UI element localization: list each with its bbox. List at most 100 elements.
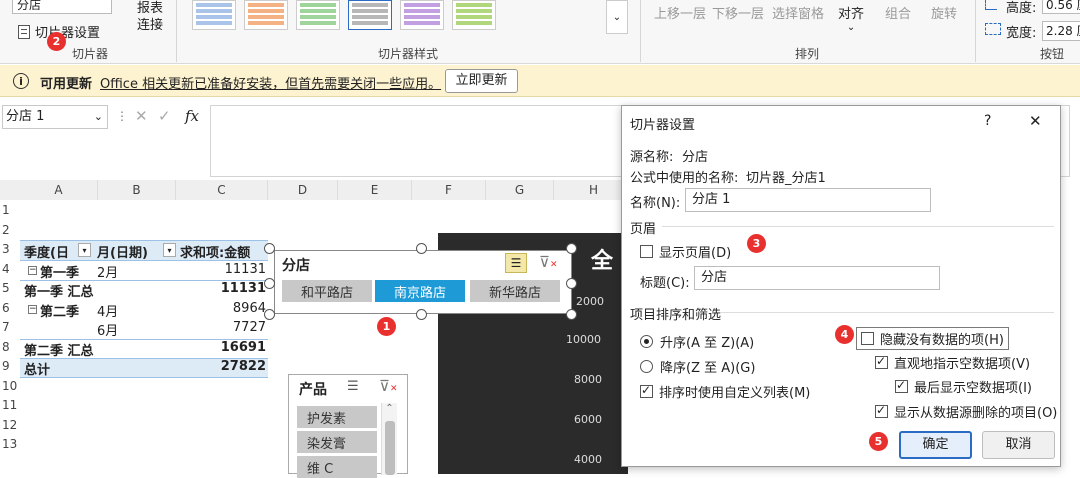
column-header[interactable]: G: [486, 180, 554, 200]
sort-ascending-label: 升序(A 至 Z)(A): [660, 336, 755, 351]
column-header[interactable]: A: [20, 180, 98, 200]
pivot-table[interactable]: 季度(日 ▾ 月(日期) ▾ 求和项:金额 − 第一季 2月 11131 第一季…: [20, 240, 268, 378]
slicer-style-swatch[interactable]: [192, 0, 236, 30]
selection-pane-button[interactable]: 选择窗格: [772, 3, 824, 22]
button-height-input[interactable]: 0.56 厘: [1042, 0, 1080, 14]
collapse-icon[interactable]: −: [28, 305, 37, 314]
multi-select-icon[interactable]: ☰: [347, 379, 359, 394]
resize-handle[interactable]: [566, 243, 577, 254]
checkbox-box: [875, 354, 888, 369]
report-connections-button[interactable]: 报表 连接: [134, 0, 166, 34]
update-now-button[interactable]: 立即更新: [445, 69, 518, 93]
bring-forward-button[interactable]: 上移一层: [654, 3, 706, 22]
column-header[interactable]: E: [338, 180, 412, 200]
multi-select-icon[interactable]: ☰: [505, 253, 527, 273]
row-header[interactable]: 13: [0, 435, 20, 454]
cancel-button[interactable]: 取消: [982, 431, 1055, 459]
caption-field[interactable]: 分店: [694, 266, 940, 290]
row-header[interactable]: 8: [0, 337, 20, 357]
show-deleted-checkbox[interactable]: 显示从数据源删除的项目(O): [875, 402, 1057, 421]
scroll-up-icon[interactable]: ⌃: [382, 403, 397, 414]
column-header[interactable]: C: [176, 180, 268, 200]
row-header[interactable]: 11: [0, 396, 20, 415]
resize-handle[interactable]: [566, 278, 577, 289]
slicer-style-swatch[interactable]: [452, 0, 496, 30]
send-backward-button[interactable]: 下移一层: [712, 3, 764, 22]
scroll-thumb[interactable]: [385, 421, 395, 475]
column-header[interactable]: F: [412, 180, 486, 200]
show-last-checkbox[interactable]: 最后显示空数据项(I): [895, 377, 1032, 396]
arrange-group-label: 排列: [795, 47, 820, 61]
gallery-scroll[interactable]: ⌄: [606, 0, 628, 34]
resize-handle[interactable]: [566, 309, 577, 320]
step-badge-2: 2: [47, 32, 66, 51]
enter-icon[interactable]: ✓: [158, 107, 171, 125]
product-slicer[interactable]: 产品 ☰ ⊽✕ 护发素 染发膏维 C ⌃: [288, 374, 408, 478]
info-message[interactable]: Office 相关更新已准备好安装，但首先需要关闭一些应用。: [100, 73, 441, 92]
slicer-item[interactable]: 南京路店: [375, 280, 465, 302]
align-label: 对齐: [838, 7, 865, 22]
resize-handle[interactable]: [264, 243, 275, 254]
custom-list-checkbox[interactable]: 排序时使用自定义列表(M): [640, 382, 810, 401]
name-box-value: 分店 1: [6, 109, 45, 124]
name-box[interactable]: 分店 1 ⌄: [2, 105, 108, 129]
resize-handle[interactable]: [264, 278, 275, 289]
row-header[interactable]: 3: [0, 240, 20, 259]
axis-tick-label: 6000: [574, 413, 602, 426]
visual-indicate-checkbox[interactable]: 直观地指示空数据项(V): [875, 353, 1030, 372]
pivot-cell: 27822: [220, 359, 266, 374]
name-label: 名称(N):: [630, 196, 681, 211]
resize-handle[interactable]: [416, 309, 427, 320]
slicer-styles-gallery[interactable]: [192, 0, 502, 32]
row-header[interactable]: 12: [0, 415, 20, 435]
clear-filter-icon[interactable]: ⊽✕: [539, 253, 558, 271]
resize-handle[interactable]: [416, 243, 427, 254]
close-icon[interactable]: ✕: [1029, 112, 1042, 130]
pivot-header-sum: 求和项:金额: [180, 246, 251, 261]
slicer-style-swatch[interactable]: [348, 0, 392, 30]
slicer-style-swatch[interactable]: [400, 0, 444, 30]
clear-filter-icon[interactable]: ⊽✕: [379, 377, 398, 395]
ok-button[interactable]: 确定: [899, 431, 972, 459]
sort-ascending-radio[interactable]: 升序(A 至 Z)(A): [640, 332, 754, 351]
cancel-icon[interactable]: ✕: [135, 107, 148, 125]
row-header[interactable]: 4: [0, 259, 20, 279]
column-header[interactable]: B: [98, 180, 176, 200]
slicer-style-swatch[interactable]: [296, 0, 340, 30]
row-header[interactable]: 5: [0, 279, 20, 298]
slicer-item[interactable]: 染发膏: [297, 431, 377, 453]
column-header[interactable]: D: [268, 180, 338, 200]
hide-no-data-checkbox[interactable]: 隐藏没有数据的项(H): [856, 327, 1009, 350]
rotate-button[interactable]: 旋转: [931, 3, 957, 22]
row-header[interactable]: 9: [0, 357, 20, 376]
filter-dropdown-icon[interactable]: ▾: [163, 243, 176, 257]
select-all-corner[interactable]: [0, 180, 20, 200]
help-button[interactable]: ?: [984, 113, 991, 129]
slicer-item[interactable]: 新华路店: [470, 280, 560, 302]
filter-dropdown-icon[interactable]: ▾: [78, 243, 91, 257]
slicer-name-field[interactable]: 分店: [12, 0, 112, 14]
slicer-scrollbar[interactable]: ⌃: [381, 403, 397, 475]
collapse-icon[interactable]: −: [28, 266, 37, 275]
row-header[interactable]: 6: [0, 298, 20, 318]
slicer-style-swatch[interactable]: [244, 0, 288, 30]
group-button[interactable]: 组合: [885, 3, 911, 22]
slicer-settings-label: 切片器设置: [35, 26, 101, 41]
row-header[interactable]: 10: [0, 376, 20, 396]
chevron-down-icon[interactable]: ⌄: [94, 106, 103, 128]
row-header[interactable]: 1: [0, 201, 20, 220]
button-width-input[interactable]: 2.28 厘: [1042, 21, 1080, 41]
checkbox-box: [640, 383, 653, 398]
resize-handle[interactable]: [264, 309, 275, 320]
slicer-item[interactable]: 护发素: [297, 406, 377, 428]
slicer-item[interactable]: 维 C: [297, 456, 377, 478]
sort-descending-radio[interactable]: 降序(Z 至 A)(G): [640, 357, 755, 376]
row-header[interactable]: 2: [0, 220, 20, 240]
row-header[interactable]: 7: [0, 318, 20, 337]
align-button[interactable]: 对齐 ⌄: [838, 3, 864, 33]
branch-slicer[interactable]: 分店 ☰ ⊽✕ 和平路店 南京路店 新华路店: [274, 250, 572, 314]
show-header-checkbox[interactable]: 显示页眉(D): [640, 242, 731, 261]
slicer-item[interactable]: 和平路店: [282, 280, 372, 302]
insert-function-icon[interactable]: fx: [185, 107, 199, 125]
name-field[interactable]: 分店 1: [685, 188, 931, 212]
